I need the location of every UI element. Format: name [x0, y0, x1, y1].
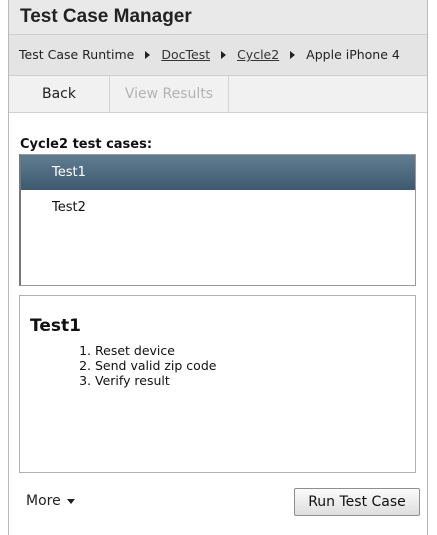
detail-title: Test1: [30, 316, 81, 336]
test-case-detail-panel: Test1 Reset device Send valid zip code V…: [19, 295, 416, 473]
back-button[interactable]: Back: [9, 76, 110, 112]
run-test-case-button[interactable]: Run Test Case: [294, 488, 420, 516]
toolbar: Back View Results: [9, 76, 427, 113]
breadcrumb: Test Case Runtime DocTest Cycle2 Apple i…: [9, 35, 427, 76]
breadcrumb-link-cycle2[interactable]: Cycle2: [237, 47, 279, 62]
more-menu-button[interactable]: More: [26, 493, 75, 509]
step-item: Verify result: [95, 373, 216, 388]
test-cases-heading: Cycle2 test cases:: [20, 137, 153, 152]
app-window: Test Case Manager Test Case Runtime DocT…: [8, 0, 428, 535]
title-bar: Test Case Manager: [9, 0, 427, 35]
app-title: Test Case Manager: [20, 6, 192, 27]
breadcrumb-separator-icon: [221, 51, 227, 59]
breadcrumb-item-runtime: Test Case Runtime: [19, 47, 135, 62]
more-label: More: [26, 493, 61, 509]
step-item: Send valid zip code: [95, 358, 216, 373]
breadcrumb-separator-icon: [290, 51, 296, 59]
steps-list: Reset device Send valid zip code Verify …: [75, 343, 216, 388]
breadcrumb-item-device: Apple iPhone 4: [306, 47, 400, 62]
step-item: Reset device: [95, 343, 216, 358]
list-item-test1[interactable]: Test1: [21, 155, 415, 190]
breadcrumb-link-doctest[interactable]: DocTest: [161, 47, 210, 62]
caret-down-icon: [66, 498, 75, 504]
test-case-list: Test1 Test2: [19, 154, 416, 286]
view-results-button: View Results: [110, 76, 229, 112]
breadcrumb-separator-icon: [145, 51, 151, 59]
list-item-test2[interactable]: Test2: [21, 190, 415, 225]
